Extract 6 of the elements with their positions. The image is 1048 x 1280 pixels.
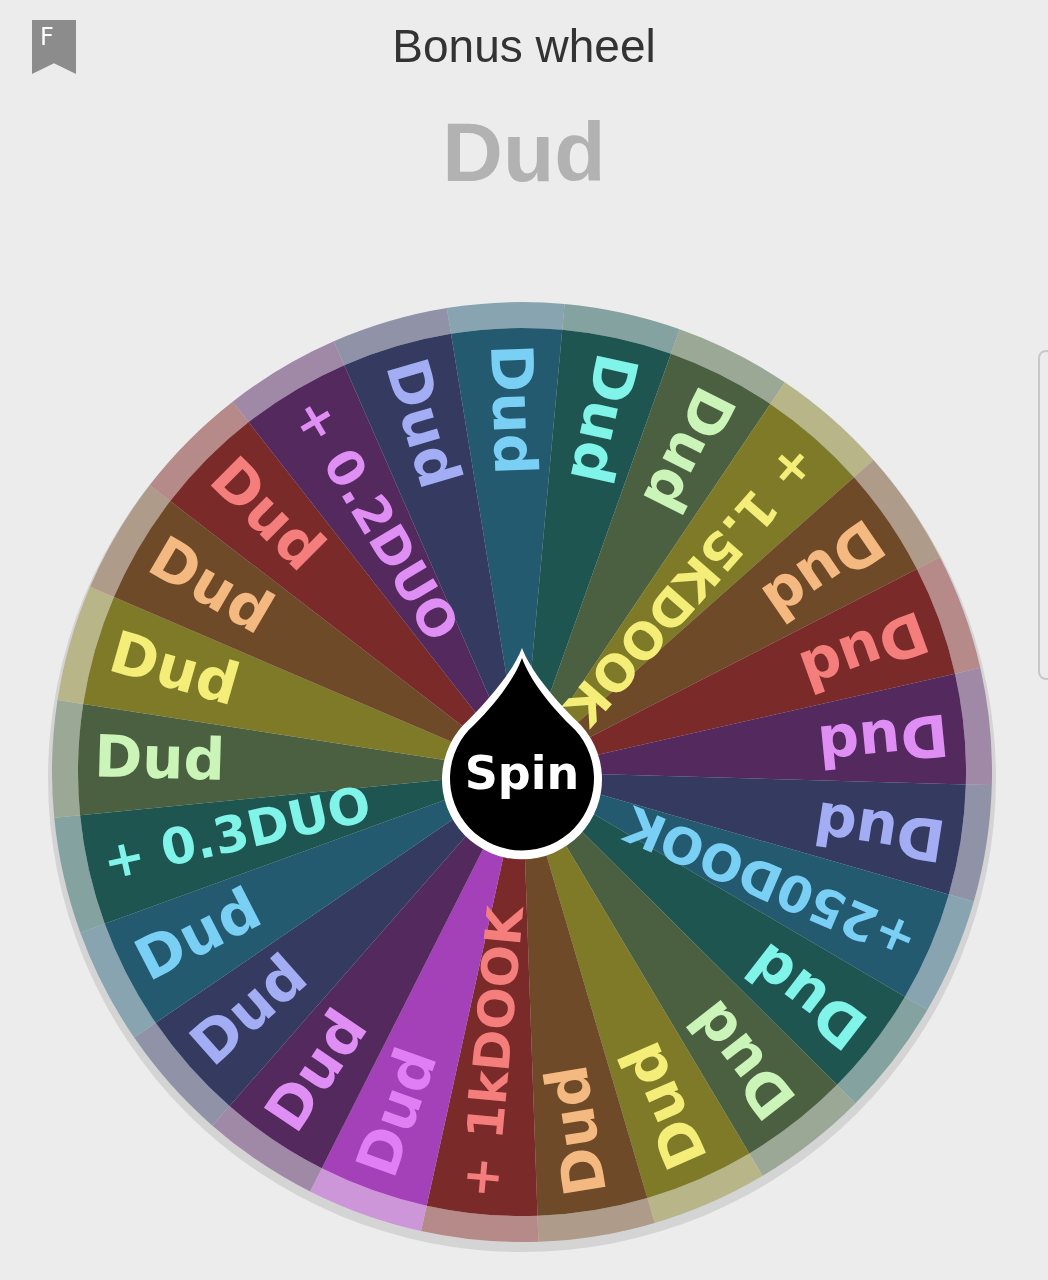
segment-label: Dud <box>93 722 227 794</box>
segment-label: + 1kDOOK <box>450 903 536 1201</box>
segment-label: Dud <box>814 700 952 781</box>
page-title: Bonus wheel <box>392 18 656 74</box>
result-text: Dud <box>442 110 606 194</box>
segment-label: Dud <box>476 342 550 477</box>
